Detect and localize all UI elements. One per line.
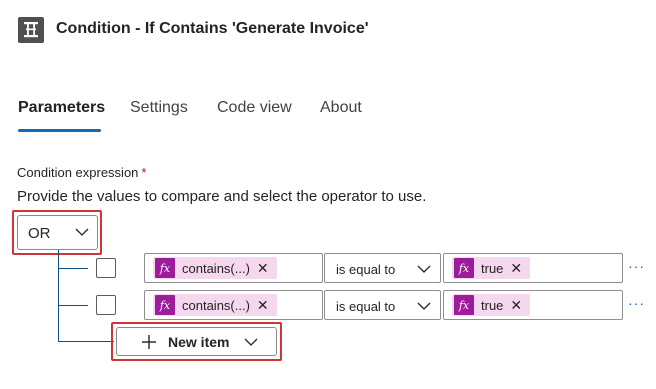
row-1-operator-dropdown[interactable]: is equal to bbox=[324, 253, 441, 283]
required-asterisk: * bbox=[141, 165, 147, 180]
condition-expression-label-text: Condition expression bbox=[17, 165, 139, 180]
tab-settings[interactable]: Settings bbox=[130, 99, 188, 117]
remove-token-icon[interactable]: ✕ bbox=[257, 298, 269, 312]
row-2-operator-dropdown[interactable]: is equal to bbox=[324, 290, 441, 320]
group-operator-value: OR bbox=[28, 225, 51, 242]
tab-parameters[interactable]: Parameters bbox=[18, 99, 105, 117]
row-2-right-operand[interactable]: fx true ✕ bbox=[443, 290, 623, 320]
row-2-operator-value: is equal to bbox=[336, 299, 396, 314]
tree-connector-row-2 bbox=[58, 305, 88, 306]
row-2-right-token-text: true bbox=[481, 297, 504, 313]
remove-token-icon[interactable]: ✕ bbox=[510, 261, 522, 275]
condition-icon bbox=[18, 17, 44, 43]
tab-about[interactable]: About bbox=[320, 99, 362, 117]
function-icon: fx bbox=[155, 258, 175, 278]
chevron-down-icon bbox=[75, 228, 89, 236]
new-item-label: New item bbox=[168, 334, 230, 350]
group-operator-dropdown[interactable]: OR bbox=[17, 215, 98, 250]
function-icon: fx bbox=[454, 258, 474, 278]
tree-connector-row-1 bbox=[58, 268, 88, 269]
row-1-left-operand[interactable]: fx contains(...) ✕ bbox=[144, 253, 323, 283]
tree-connector-new-item bbox=[58, 341, 114, 342]
row-1-left-token-text: contains(...) bbox=[182, 260, 250, 276]
row-1-right-token[interactable]: fx true ✕ bbox=[452, 257, 531, 279]
row-1-left-token[interactable]: fx contains(...) ✕ bbox=[153, 257, 277, 279]
row-1-more-options-icon[interactable]: ··· bbox=[628, 258, 645, 274]
condition-helper-text: Provide the values to compare and select… bbox=[17, 188, 427, 205]
row-2-checkbox[interactable] bbox=[96, 295, 116, 315]
condition-expression-label: Condition expression * bbox=[17, 165, 146, 180]
tree-connector-vertical bbox=[58, 250, 59, 342]
row-2-left-operand[interactable]: fx contains(...) ✕ bbox=[144, 290, 323, 320]
row-1-operator-value: is equal to bbox=[336, 262, 396, 277]
new-item-button[interactable]: New item bbox=[116, 327, 277, 356]
remove-token-icon[interactable]: ✕ bbox=[510, 298, 522, 312]
function-icon: fx bbox=[155, 295, 175, 315]
row-1-right-token-text: true bbox=[481, 260, 504, 276]
chevron-down-icon bbox=[417, 265, 431, 273]
remove-token-icon[interactable]: ✕ bbox=[257, 261, 269, 275]
row-1-checkbox[interactable] bbox=[96, 258, 116, 278]
tab-code-view[interactable]: Code view bbox=[217, 99, 292, 117]
plus-icon bbox=[142, 335, 156, 349]
chevron-down-icon bbox=[417, 302, 431, 310]
chevron-down-icon bbox=[244, 338, 258, 346]
row-1-right-operand[interactable]: fx true ✕ bbox=[443, 253, 623, 283]
function-icon: fx bbox=[454, 295, 474, 315]
row-2-right-token[interactable]: fx true ✕ bbox=[452, 294, 531, 316]
active-tab-indicator bbox=[18, 129, 101, 132]
action-title: Condition - If Contains 'Generate Invoic… bbox=[56, 20, 369, 37]
row-2-more-options-icon[interactable]: ··· bbox=[628, 295, 645, 311]
row-2-left-token-text: contains(...) bbox=[182, 297, 250, 313]
row-2-left-token[interactable]: fx contains(...) ✕ bbox=[153, 294, 277, 316]
